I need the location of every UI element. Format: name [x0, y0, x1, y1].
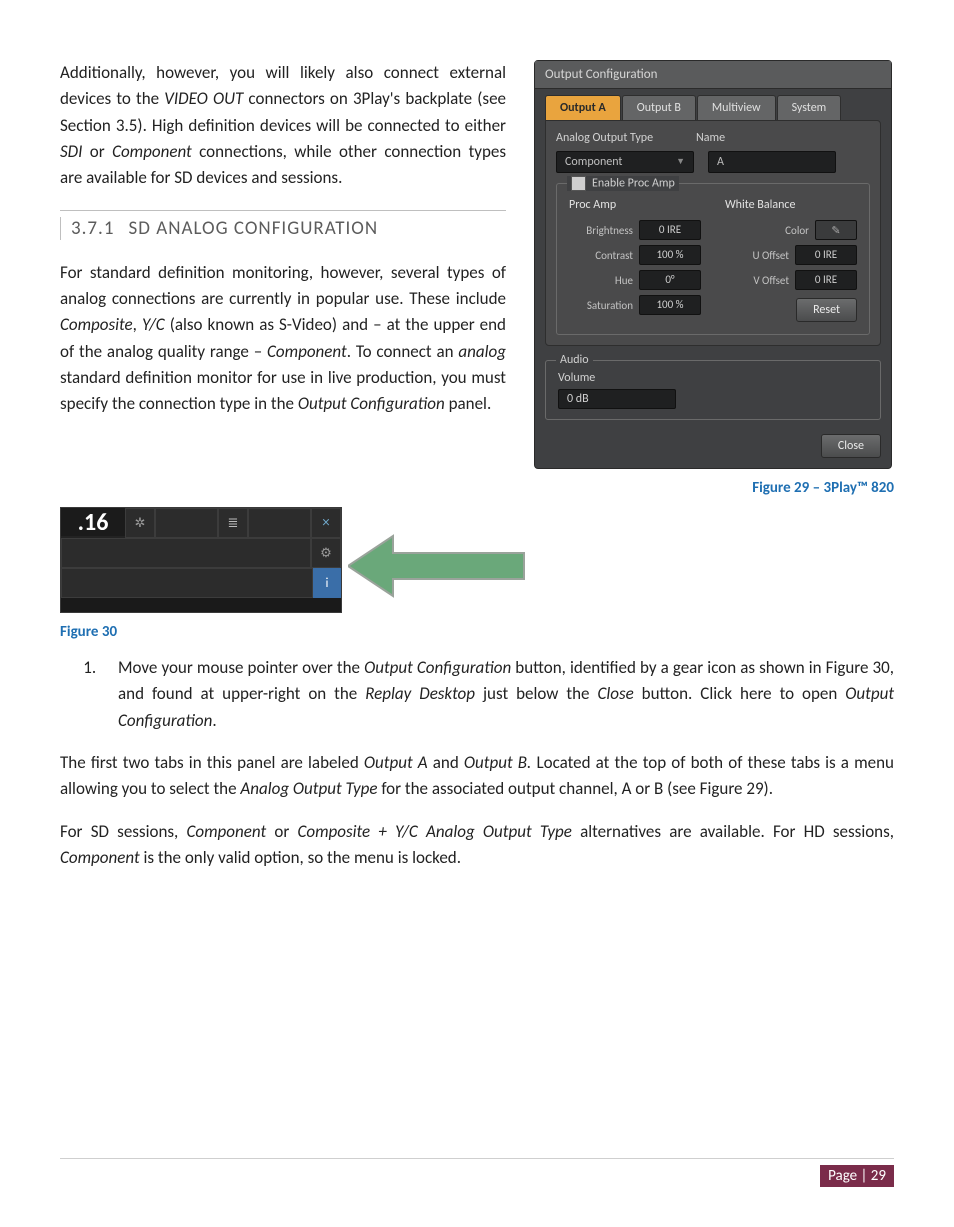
section-number: 3.7.1: [71, 217, 114, 240]
close-button[interactable]: Close: [821, 434, 881, 458]
volume-label: Volume: [558, 371, 868, 385]
sd-analog-paragraph: For standard definition monitoring, howe…: [60, 260, 506, 418]
instruction-list: Move your mouse pointer over the Output …: [100, 655, 894, 734]
section-title: SD ANALOG CONFIGURATION: [128, 217, 378, 240]
panel-tabs: Output A Output B Multiview System: [545, 95, 881, 120]
enable-proc-amp-checkbox[interactable]: [571, 176, 586, 191]
volume-field[interactable]: 0 dB: [558, 389, 676, 409]
proc-amp-group: Enable Proc Amp Proc Amp Brightness0 IRE…: [556, 183, 870, 335]
clip-time: .16: [61, 508, 125, 536]
reset-button[interactable]: Reset: [796, 298, 857, 322]
output-configuration-panel: Output Configuration Output A Output B M…: [534, 60, 892, 469]
list-item: Move your mouse pointer over the Output …: [100, 655, 894, 734]
contrast-field[interactable]: 100 %: [639, 245, 701, 265]
list-icon: ≣: [218, 508, 248, 538]
chevron-down-icon: ▼: [676, 152, 685, 172]
intro-paragraph: Additionally, however, you will likely a…: [60, 60, 506, 192]
brightness-field[interactable]: 0 IRE: [639, 220, 701, 240]
gear-button-screenshot: .16 ✲ ≣ × ⚙ i: [60, 507, 342, 613]
gear-icon-small: ✲: [125, 508, 155, 538]
tab-output-a[interactable]: Output A: [545, 95, 621, 120]
proc-amp-heading: Proc Amp: [569, 198, 701, 212]
panel-title: Output Configuration: [535, 61, 891, 89]
audio-group: Audio Volume 0 dB: [545, 360, 881, 420]
white-balance-heading: White Balance: [725, 198, 857, 212]
eyedropper-icon: ✎: [831, 224, 840, 237]
tabs-paragraph: The first two tabs in this panel are lab…: [60, 750, 894, 803]
analog-output-type-label: Analog Output Type: [556, 131, 696, 145]
hue-field[interactable]: 0°: [639, 270, 701, 290]
info-icon: i: [313, 568, 341, 598]
color-picker[interactable]: ✎: [815, 220, 857, 240]
tab-multiview[interactable]: Multiview: [697, 95, 776, 120]
name-field[interactable]: A: [708, 151, 836, 173]
page-number: Page | 29: [820, 1165, 894, 1187]
sessions-paragraph: For SD sessions, Component or Composite …: [60, 819, 894, 872]
page-footer: Page | 29: [60, 1158, 894, 1187]
gear-icon: ⚙: [311, 538, 341, 568]
section-heading: 3.7.1 SD ANALOG CONFIGURATION: [60, 210, 506, 240]
v-offset-field[interactable]: 0 IRE: [795, 270, 857, 290]
close-icon: ×: [311, 508, 341, 538]
saturation-field[interactable]: 100 %: [639, 295, 701, 315]
callout-arrow-icon: [348, 531, 528, 601]
tab-system[interactable]: System: [777, 95, 842, 120]
figure-29-caption: Figure 29 – 3Play™ 820: [534, 479, 894, 497]
tab-output-b[interactable]: Output B: [622, 95, 696, 120]
analog-output-type-select[interactable]: Component ▼: [556, 151, 694, 173]
name-label: Name: [696, 131, 725, 145]
u-offset-field[interactable]: 0 IRE: [795, 245, 857, 265]
figure-30-caption: Figure 30: [60, 623, 894, 641]
